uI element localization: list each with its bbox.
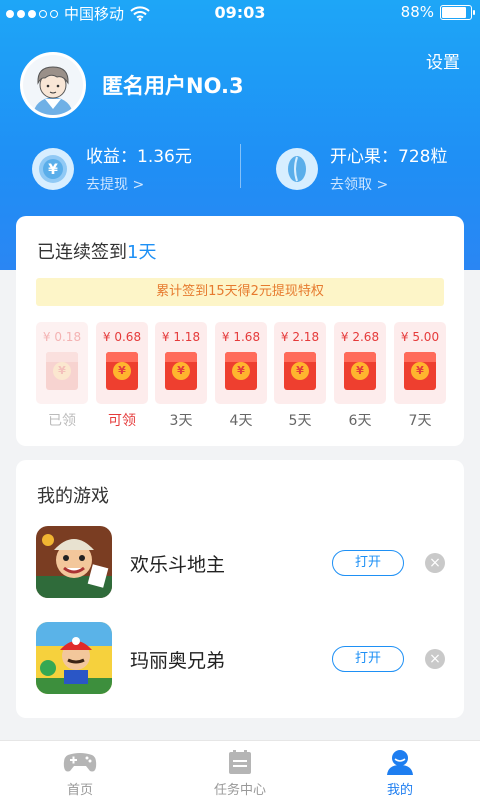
svg-text:¥: ¥ xyxy=(48,162,58,178)
checkin-day-label: 5天 xyxy=(288,413,312,429)
red-envelope-icon: ¥ xyxy=(344,352,376,390)
game-name: 欢乐斗地主 xyxy=(130,554,226,576)
pistachio-icon xyxy=(276,148,318,190)
checkin-title-prefix: 已连续签到 xyxy=(37,242,127,263)
checkin-day-amount: ¥ 0.18 xyxy=(42,330,82,344)
checkin-day-box: ¥ 1.68 ¥ xyxy=(215,322,267,404)
tab-task-center[interactable]: 任务中心 xyxy=(160,741,320,800)
red-envelope-icon: ¥ xyxy=(106,352,138,390)
checkin-day[interactable]: ¥ 0.68 ¥ 可领 xyxy=(96,322,148,430)
withdraw-link[interactable]: 去提现 > xyxy=(86,174,192,194)
checkin-day-box: ¥ 0.18 ¥ xyxy=(36,322,88,404)
checkin-day-amount: ¥ 0.68 xyxy=(102,330,142,344)
tab-mine[interactable]: 我的 xyxy=(320,741,480,800)
checkin-day: ¥ 0.18 ¥ 已领 xyxy=(36,322,88,430)
remove-game-icon[interactable]: × xyxy=(425,649,445,669)
red-envelope-icon: ¥ xyxy=(46,352,78,390)
checkin-day-amount: ¥ 1.18 xyxy=(161,330,201,344)
game-icon-mario[interactable] xyxy=(36,622,112,694)
checkin-day-box: ¥ 0.68 ¥ xyxy=(96,322,148,404)
coin-icon: ¥ xyxy=(232,362,250,380)
tab-home[interactable]: 首页 xyxy=(0,741,160,800)
red-envelope-icon: ¥ xyxy=(165,352,197,390)
gamepad-icon xyxy=(63,753,97,772)
tab-label: 任务中心 xyxy=(213,783,266,798)
game-name: 玛丽奥兄弟 xyxy=(130,650,226,672)
checkin-banner: 累计签到15天得2元提现特权 xyxy=(36,278,444,306)
checkin-day-label: 可领 xyxy=(108,413,136,429)
coin-icon: ¥ xyxy=(172,362,190,380)
status-right: 88% xyxy=(400,3,475,21)
username: 匿名用户NO.3 xyxy=(102,74,244,98)
checkin-day-label: 3天 xyxy=(169,413,193,429)
status-bar: 中国移动 09:03 88% xyxy=(0,0,480,26)
checkin-day: ¥ 2.68 ¥6天 xyxy=(334,322,386,430)
checkin-title: 已连续签到1天 xyxy=(37,238,156,264)
coin-icon: ¥ xyxy=(53,362,71,380)
checkin-day-label: 4天 xyxy=(229,413,253,429)
coin-icon: ¥ xyxy=(291,362,309,380)
checkin-day-amount: ¥ 1.68 xyxy=(221,330,261,344)
user-icon xyxy=(387,750,413,775)
checkin-day-label: 6天 xyxy=(348,413,372,429)
coin-icon: ¥ xyxy=(351,362,369,380)
coin-icon: ¥ xyxy=(113,362,131,380)
my-games-card: 我的游戏 欢乐斗地主 打开 × 玛丽奥兄弟 打开 × xyxy=(16,460,464,718)
tab-label: 首页 xyxy=(66,783,93,798)
checkin-day-label: 7天 xyxy=(408,413,432,429)
collect-link[interactable]: 去领取 > xyxy=(330,174,447,194)
earnings-label: 收益：1.36元 xyxy=(86,147,192,167)
open-game-button[interactable]: 打开 xyxy=(332,646,404,672)
earnings-stat[interactable]: ¥ 收益：1.36元 去提现 > xyxy=(32,146,192,194)
tab-bar: 首页 任务中心 我的 xyxy=(0,740,480,800)
remove-game-icon[interactable]: × xyxy=(425,553,445,573)
game-row[interactable]: 玛丽奥兄弟 打开 × xyxy=(36,622,446,696)
battery-icon xyxy=(440,4,475,20)
battery-percent: 88% xyxy=(400,3,434,21)
checkin-day-box: ¥ 2.18 ¥ xyxy=(274,322,326,404)
settings-button[interactable]: 设置 xyxy=(426,48,460,73)
checkin-day-amount: ¥ 2.18 xyxy=(280,330,320,344)
tab-label: 我的 xyxy=(386,783,413,798)
checkin-day-amount: ¥ 2.68 xyxy=(340,330,380,344)
points-stat[interactable]: 开心果：728粒 去领取 > xyxy=(276,146,447,194)
checkin-day: ¥ 1.68 ¥4天 xyxy=(215,322,267,430)
checkin-card: 已连续签到1天 累计签到15天得2元提现特权 ¥ 0.18 ¥ 已领 ¥ 0.68 ¥ 可… xyxy=(16,216,464,446)
checkin-day: ¥ 5.00 ¥7天 xyxy=(394,322,446,430)
calendar-icon xyxy=(229,750,251,774)
checkin-day-label: 已领 xyxy=(48,413,76,429)
red-envelope-icon: ¥ xyxy=(284,352,316,390)
yuan-coin-icon: ¥ xyxy=(32,148,74,190)
coin-icon: ¥ xyxy=(411,362,429,380)
avatar[interactable] xyxy=(20,52,86,118)
game-icon-doudizhu[interactable] xyxy=(36,526,112,598)
open-game-button[interactable]: 打开 xyxy=(332,550,404,576)
games-title: 我的游戏 xyxy=(37,486,109,507)
checkin-day-box: ¥ 5.00 ¥ xyxy=(394,322,446,404)
checkin-day-box: ¥ 1.18 ¥ xyxy=(155,322,207,404)
checkin-day: ¥ 2.18 ¥5天 xyxy=(274,322,326,430)
game-row[interactable]: 欢乐斗地主 打开 × xyxy=(36,526,446,600)
checkin-day-amount: ¥ 5.00 xyxy=(400,330,440,344)
checkin-day: ¥ 1.18 ¥3天 xyxy=(155,322,207,430)
checkin-day-box: ¥ 2.68 ¥ xyxy=(334,322,386,404)
checkin-days-count: 1天 xyxy=(127,242,157,263)
red-envelope-icon: ¥ xyxy=(404,352,436,390)
stat-divider xyxy=(240,144,241,188)
red-envelope-icon: ¥ xyxy=(225,352,257,390)
points-label: 开心果：728粒 xyxy=(330,147,448,167)
